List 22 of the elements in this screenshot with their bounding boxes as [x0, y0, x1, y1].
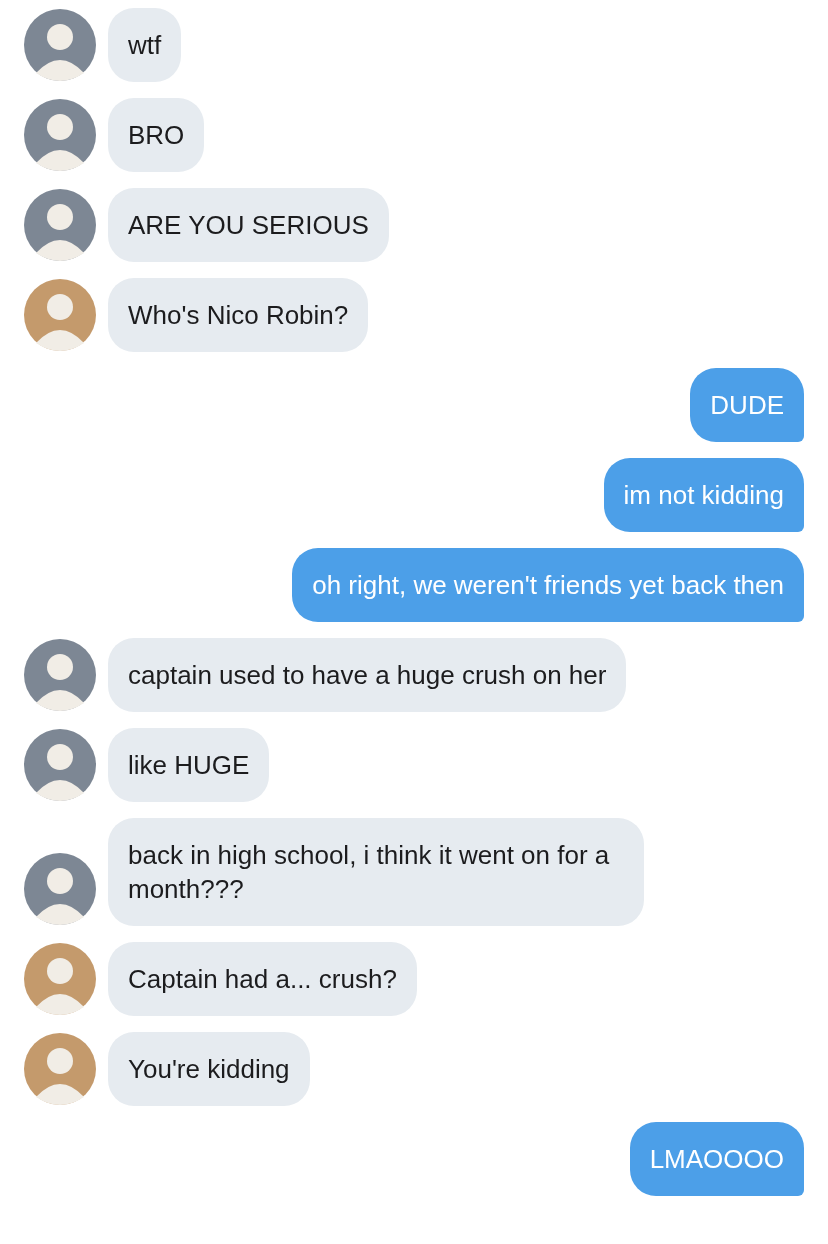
message-bubble: back in high school, i think it went on for a month???: [108, 818, 644, 926]
message-bubble: Captain had a... crush?: [108, 942, 417, 1016]
message-bubble: oh right, we weren't friends yet back then: [292, 548, 804, 622]
message-bubble: You're kidding: [108, 1032, 310, 1106]
message-bubble: like HUGE: [108, 728, 270, 802]
avatar-icon[interactable]: [24, 853, 96, 925]
message-bubble: Who's Nico Robin?: [108, 278, 369, 352]
message-bubble: DUDE: [690, 368, 804, 442]
avatar-icon[interactable]: [24, 639, 96, 711]
message-bubble: im not kidding: [603, 458, 804, 532]
message-bubble: LMAOOOO: [629, 1122, 804, 1196]
message-bubble: captain used to have a huge crush on her: [108, 638, 627, 712]
avatar-icon[interactable]: [24, 99, 96, 171]
avatar-icon[interactable]: [24, 189, 96, 261]
message-bubble: wtf: [108, 8, 182, 82]
avatar-icon[interactable]: [24, 1033, 96, 1105]
message-bubble: ARE YOU SERIOUS: [108, 188, 389, 262]
avatar-icon[interactable]: [24, 9, 96, 81]
message-bubble: BRO: [108, 98, 205, 172]
avatar-icon[interactable]: [24, 729, 96, 801]
avatar-icon[interactable]: [24, 279, 96, 351]
avatar-icon[interactable]: [24, 943, 96, 1015]
